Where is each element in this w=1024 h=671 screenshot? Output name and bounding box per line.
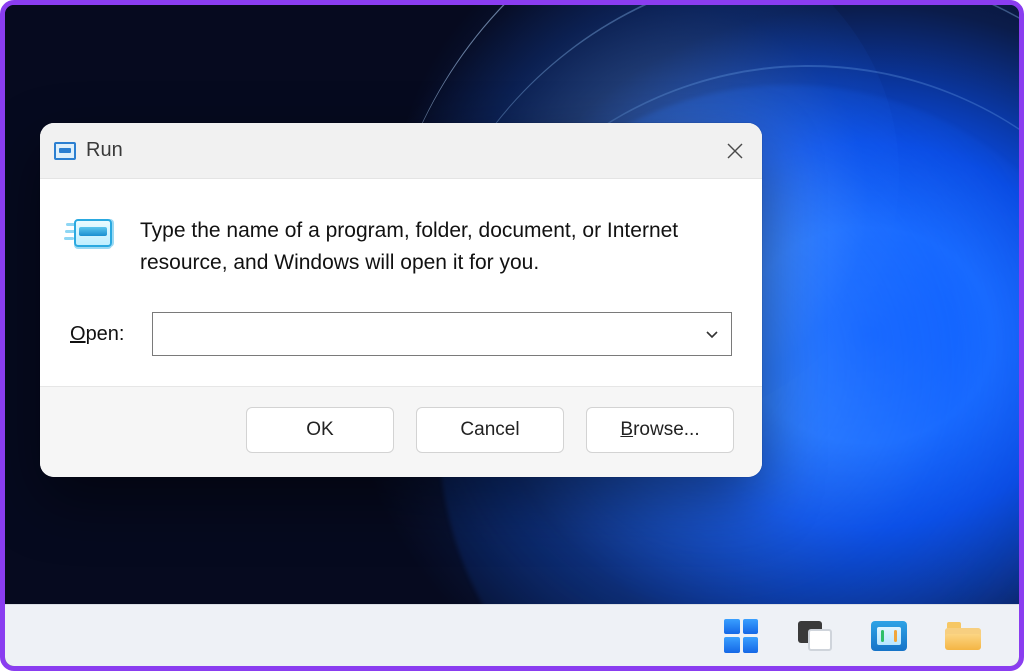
run-dialog: Run Type the name of a program, folder, … (40, 123, 762, 477)
cancel-button[interactable]: Cancel (416, 407, 564, 453)
close-button[interactable] (724, 140, 746, 162)
taskbar-control-panel-button[interactable] (870, 617, 908, 655)
titlebar[interactable]: Run (40, 123, 762, 179)
chevron-down-icon (704, 326, 720, 342)
windows-start-icon (724, 619, 758, 653)
dropdown-button[interactable] (703, 325, 721, 343)
taskbar-task-view-button[interactable] (796, 617, 834, 655)
open-label: Open: (70, 323, 138, 346)
close-icon (726, 142, 744, 160)
open-combobox[interactable] (152, 312, 732, 356)
dialog-description: Type the name of a program, folder, docu… (140, 215, 700, 278)
task-view-icon (798, 621, 832, 651)
taskbar-start-button[interactable] (722, 617, 760, 655)
screenshot-frame: Run Type the name of a program, folder, … (0, 0, 1024, 671)
folder-icon (945, 622, 981, 650)
run-program-icon (70, 217, 116, 257)
dialog-footer: OK Cancel Browse... (40, 386, 762, 477)
taskbar-file-explorer-button[interactable] (944, 617, 982, 655)
browse-button[interactable]: Browse... (586, 407, 734, 453)
dialog-body: Type the name of a program, folder, docu… (40, 179, 762, 386)
control-panel-icon (871, 621, 907, 651)
taskbar (5, 604, 1019, 666)
ok-button[interactable]: OK (246, 407, 394, 453)
run-title-icon (54, 142, 76, 160)
dialog-title: Run (86, 139, 123, 162)
open-input[interactable] (163, 324, 703, 345)
